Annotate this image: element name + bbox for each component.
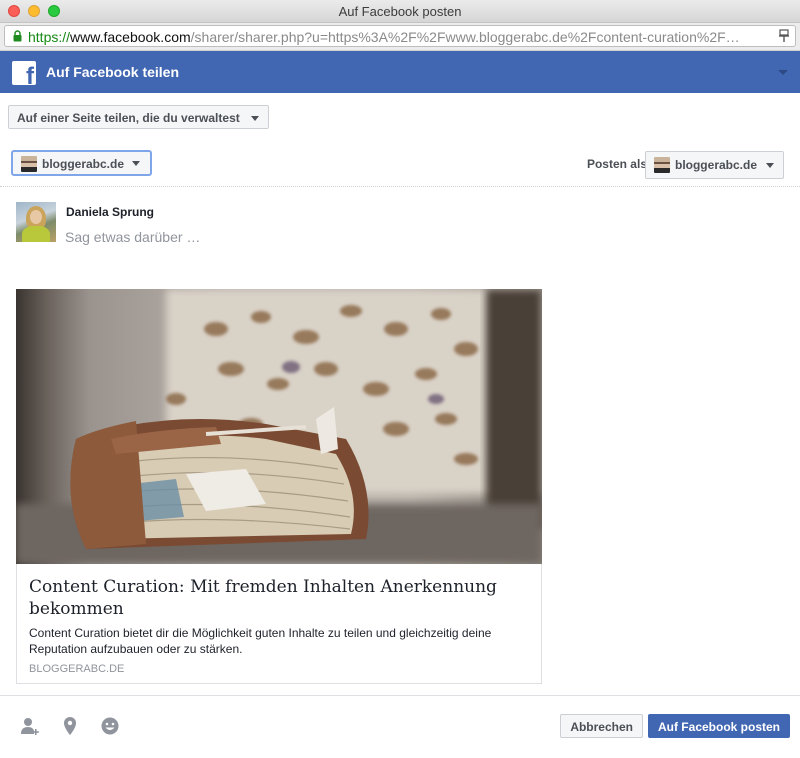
header-chevron-down-icon[interactable] xyxy=(778,70,788,75)
preview-description: Content Curation bietet dir die Möglichk… xyxy=(29,626,492,656)
url-path: /sharer/sharer.php?u=https%3A%2F%2Fwww.b… xyxy=(190,29,740,45)
dialog-title: Auf Facebook teilen xyxy=(46,64,180,80)
share-target-label: Auf einer Seite teilen, die du verwaltes… xyxy=(17,111,240,125)
chevron-down-icon xyxy=(250,116,259,121)
page-selector-label: bloggerabc.de xyxy=(42,157,125,171)
dialog-header: f Auf Facebook teilen xyxy=(0,51,800,93)
url-host: www.facebook.com xyxy=(70,29,191,45)
url-text[interactable]: https://www.facebook.com/sharer/sharer.p… xyxy=(28,29,773,45)
chevron-down-icon xyxy=(132,161,141,166)
page-avatar xyxy=(21,156,37,172)
window-title: Auf Facebook posten xyxy=(338,4,462,19)
preview-title[interactable]: Content Curation: Mit fremden Inhalten A… xyxy=(29,576,529,620)
location-icon[interactable] xyxy=(60,716,80,736)
preview-domain: BLOGGERABC.DE xyxy=(29,663,125,675)
user-name: Daniela Sprung xyxy=(66,205,155,219)
link-preview-card[interactable]: Content Curation: Mit fremden Inhalten A… xyxy=(16,289,542,684)
post-message-input[interactable] xyxy=(64,226,466,248)
post-button[interactable]: Auf Facebook posten xyxy=(647,714,790,738)
url-protocol: https:// xyxy=(28,29,71,45)
lock-icon xyxy=(13,30,22,42)
tag-friends-icon[interactable] xyxy=(20,716,40,736)
posting-as-value: bloggerabc.de xyxy=(674,158,757,172)
page-row: bloggerabc.de Posten als bloggerabc.de xyxy=(0,142,800,187)
preview-image[interactable] xyxy=(16,289,542,564)
cancel-button[interactable]: Abbrechen xyxy=(560,714,643,738)
posting-as-dropdown[interactable]: bloggerabc.de xyxy=(644,151,784,179)
page-selector-dropdown[interactable]: bloggerabc.de xyxy=(11,150,153,176)
facebook-logo-icon: f xyxy=(12,61,36,85)
share-target-dropdown[interactable]: Auf einer Seite teilen, die du verwaltes… xyxy=(8,105,269,129)
emoji-icon[interactable] xyxy=(100,716,120,736)
share-target-row: Auf einer Seite teilen, die du verwaltes… xyxy=(0,93,800,143)
posting-as-avatar xyxy=(653,157,670,173)
dialog-footer: Abbrechen Auf Facebook posten xyxy=(0,695,800,758)
posting-as-label: Posten als xyxy=(586,157,647,171)
user-avatar xyxy=(16,202,56,242)
address-bar-area: https://www.facebook.com/sharer/sharer.p… xyxy=(0,23,800,51)
address-bar[interactable]: https://www.facebook.com/sharer/sharer.p… xyxy=(4,25,796,47)
chevron-down-icon xyxy=(766,163,774,168)
pin-icon[interactable] xyxy=(779,29,789,43)
window-titlebar: Auf Facebook posten xyxy=(0,0,800,23)
